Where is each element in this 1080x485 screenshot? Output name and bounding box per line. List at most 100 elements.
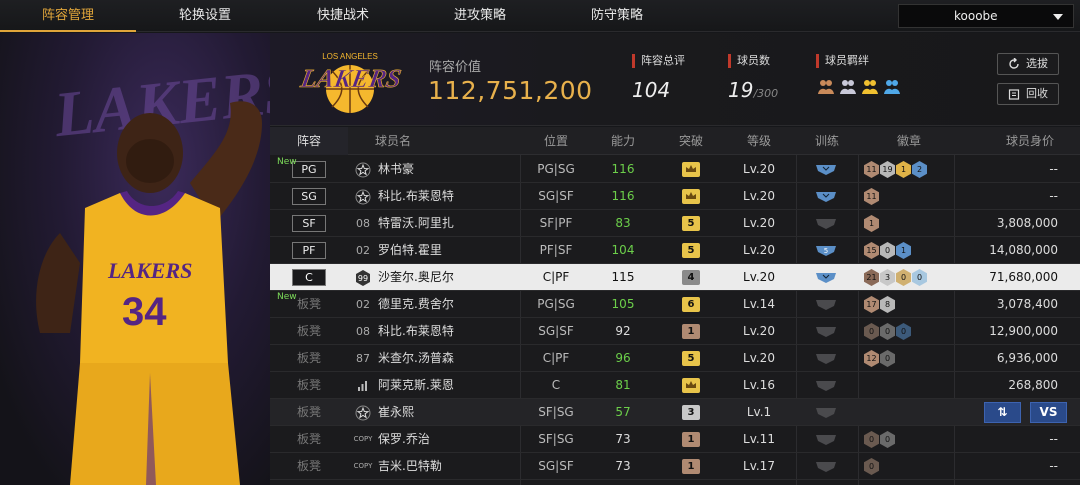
player-name[interactable]: 罗伯特.霍里 [378, 237, 442, 264]
lineup-slot[interactable]: C [292, 269, 326, 286]
jersey-number: 08 [356, 325, 370, 338]
badge-icon: 8 [880, 296, 895, 313]
player-name[interactable]: 科比.布莱恩特 [378, 183, 454, 210]
tab-offense[interactable]: 进攻策略 [412, 0, 548, 32]
jersey-number: COPY [353, 462, 373, 470]
table-row[interactable]: 板凳 New 02 德里克.费舍尔 PG|SG 105 6 Lv.14 17 8 3,078,400 [270, 291, 1080, 318]
player-name[interactable]: 米查尔.汤普森 [378, 345, 454, 372]
player-name[interactable]: 阿莱克斯.莱恩 [378, 372, 454, 399]
training-shield-icon [815, 325, 837, 338]
player-level: Lv.14 [743, 297, 775, 311]
tab-lineup[interactable]: 阵容管理 [0, 0, 136, 32]
badge-icon: 0 [896, 323, 911, 340]
table-row[interactable]: 板凳 COPY 保罗.乔治 SF|SG 73 1 Lv.11 0 0 -- [270, 426, 1080, 453]
badge-list: 11 19 1 2 [864, 161, 927, 178]
breakthrough-badge: 5 [682, 351, 700, 366]
player-name[interactable]: 林书豪 [378, 156, 414, 183]
svg-text:LAKERS: LAKERS [298, 64, 404, 93]
badge-list: 11 [864, 188, 879, 205]
badge-list: 15 0 1 [864, 242, 911, 259]
badge-icon: 0 [880, 350, 895, 367]
select-button[interactable]: 选拔 [997, 53, 1059, 75]
bench-label: 板凳 [296, 405, 321, 419]
bond-icons[interactable] [816, 77, 901, 96]
col-breakthrough: 突破 [678, 134, 703, 148]
chevron-down-icon [1053, 14, 1063, 20]
player-level: Lv.17 [743, 459, 775, 473]
player-position: C|PF [542, 351, 570, 365]
player-name[interactable]: 科比.布莱恩特 [378, 318, 454, 345]
bond-icon[interactable] [882, 77, 901, 96]
tab-defense[interactable]: 防守策略 [548, 0, 686, 32]
star-icon [350, 156, 376, 183]
player-count-value: 19 [728, 78, 754, 102]
bond-icon[interactable] [816, 77, 835, 96]
player-name[interactable]: 特雷沃.阿里扎 [378, 210, 454, 237]
overall-value: 104 [632, 78, 671, 102]
table-row[interactable]: 板凳 COPY 吉米.巴特勒 SG|SF 73 1 Lv.17 0 -- [270, 453, 1080, 480]
player-position: SG|SF [538, 324, 574, 338]
player-position: SF|PF [539, 216, 573, 230]
lineup-slot[interactable]: SG [292, 188, 326, 205]
roster-table: 阵容 球员名 位置 能力 突破 等级 训练 徽章 球员身价 PG New 林书豪 PG… [270, 127, 1080, 485]
user-name: kooobe [954, 9, 998, 23]
table-row[interactable]: SG 科比.布莱恩特 SG|SF 116 Lv.20 11 -- [270, 183, 1080, 210]
bench-label: 板凳 [296, 432, 321, 446]
training-shield-icon [815, 460, 837, 473]
crown-icon [682, 378, 700, 393]
svg-text:LOS ANGELES: LOS ANGELES [322, 52, 378, 61]
table-row[interactable]: 板凳 87 米查尔.汤普森 C|PF 96 5 Lv.20 12 0 6,936,000 [270, 345, 1080, 372]
player-position: SG|SF [538, 459, 574, 473]
badge-icon: 0 [912, 269, 927, 286]
bond-icon[interactable] [860, 77, 879, 96]
table-row[interactable]: 板凳 阿莱克斯.莱恩 C 81 Lv.16 268,800 [270, 372, 1080, 399]
badge-icon: 2 [912, 161, 927, 178]
badge-icon: 1 [896, 242, 911, 259]
training-shield-icon [815, 406, 837, 419]
badge-icon: 0 [880, 431, 895, 448]
player-level: Lv.1 [746, 405, 772, 419]
player-position: PG|SG [537, 297, 575, 311]
bench-label: 板凳 [296, 378, 321, 392]
table-row[interactable]: PF 02 罗伯特.霍里 PF|SF 104 5 Lv.20 5 15 0 1 14,080,000 [270, 237, 1080, 264]
player-name[interactable]: 保罗.乔治 [378, 426, 430, 453]
player-value: 14,080,000 [989, 243, 1058, 257]
lineup-slot[interactable]: PF [292, 242, 326, 259]
training-shield-icon [815, 433, 837, 446]
table-row[interactable]: C 99 沙奎尔.奥尼尔 C|PF 115 4 Lv.20 21 3 0 0 71,680,000 [270, 264, 1080, 291]
player-level: Lv.20 [743, 189, 775, 203]
badge-icon: 1 [864, 215, 879, 232]
recycle-button[interactable]: 回收 [997, 83, 1059, 105]
player-name[interactable]: 吉米.巴特勒 [378, 453, 442, 480]
bench-label: 板凳 [296, 297, 321, 311]
training-shield-icon [815, 163, 837, 176]
badge-icon: 11 [864, 188, 879, 205]
player-value: -- [1049, 432, 1058, 446]
col-level: 等级 [746, 134, 771, 148]
training-shield-icon [815, 352, 837, 365]
player-ability: 115 [611, 270, 635, 284]
lineup-slot[interactable]: PG [292, 161, 326, 178]
player-ability: 81 [615, 378, 631, 392]
lineup-slot[interactable]: SF [292, 215, 326, 232]
tab-quick-tactics[interactable]: 快捷战术 [274, 0, 412, 32]
player-ability: 57 [615, 405, 631, 419]
bench-label: 板凳 [296, 351, 321, 365]
tab-rotation[interactable]: 轮换设置 [136, 0, 274, 32]
bond-icon[interactable] [838, 77, 857, 96]
swap-button[interactable]: ⇅ [984, 402, 1021, 423]
compare-button[interactable]: VS [1030, 402, 1067, 423]
player-value: 71,680,000 [989, 270, 1058, 284]
lineup-value-label: 阵容价值 [429, 60, 482, 75]
breakthrough-badge: 4 [682, 270, 700, 285]
badge-icon: 0 [896, 269, 911, 286]
table-row[interactable]: SF 08 特雷沃.阿里扎 SF|PF 83 5 Lv.20 1 3,808,000 [270, 210, 1080, 237]
table-row[interactable]: 板凳 08 科比.布莱恩特 SG|SF 92 1 Lv.20 0 0 0 12,900,000 [270, 318, 1080, 345]
player-name[interactable]: 沙奎尔.奥尼尔 [378, 264, 454, 291]
user-dropdown[interactable]: kooobe [898, 4, 1074, 28]
badge-icon: 21 [864, 269, 879, 286]
player-name[interactable]: 崔永熙 [378, 399, 414, 426]
player-name[interactable]: 德里克.费舍尔 [378, 291, 454, 318]
table-row[interactable]: 板凳 崔永熙 SF|SG 57 3 Lv.1 ⇅ VS [270, 399, 1080, 426]
table-row[interactable]: PG New 林书豪 PG|SG 116 Lv.20 11 19 1 2 -- [270, 156, 1080, 183]
